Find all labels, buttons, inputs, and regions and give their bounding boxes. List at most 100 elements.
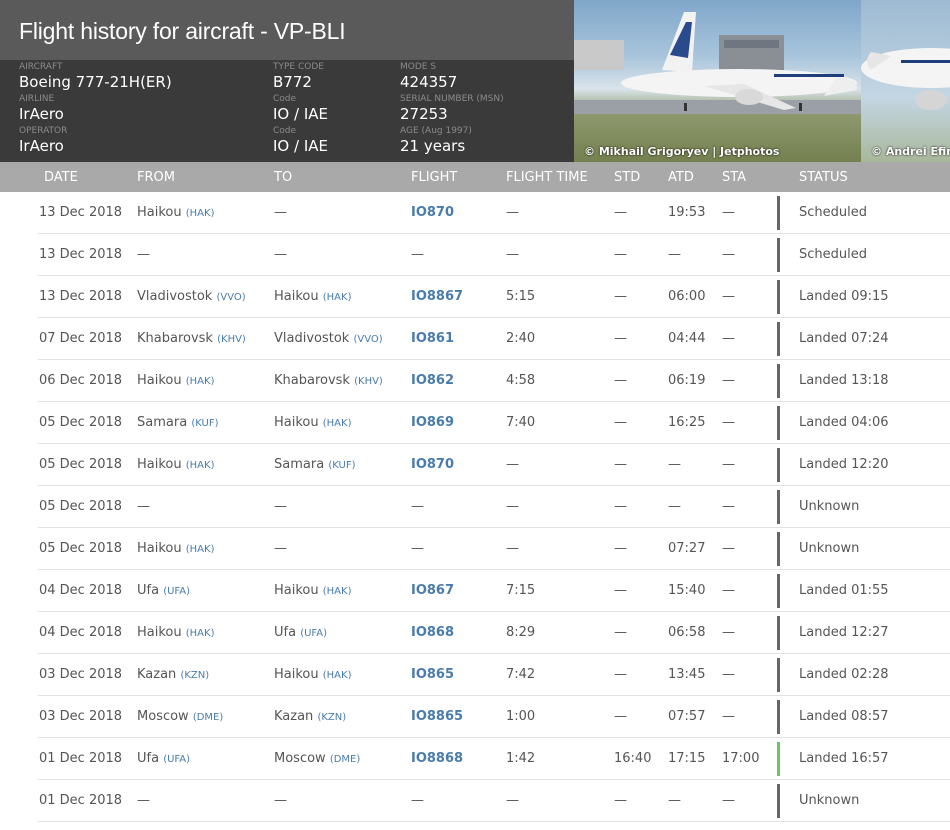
row-to[interactable]: Haikou (HAK) <box>274 289 352 304</box>
row-to[interactable]: — <box>274 499 287 514</box>
row-to[interactable]: Ufa (UFA) <box>274 625 327 640</box>
row-atd: 19:53 <box>668 205 706 220</box>
table-row: 06 Dec 2018 Haikou (HAK) Khabarovsk (KHV… <box>38 360 950 402</box>
row-from[interactable]: Moscow (DME) <box>137 709 223 724</box>
row-to-code[interactable]: (HAK) <box>323 670 352 681</box>
row-from[interactable]: Haikou (HAK) <box>137 373 215 388</box>
row-flight-link[interactable]: IO865 <box>411 667 454 682</box>
row-flight-time: 1:42 <box>506 751 536 766</box>
row-flight-link[interactable]: IO867 <box>411 583 454 598</box>
row-to-code[interactable]: (DME) <box>330 754 360 765</box>
row-from[interactable]: Khabarovsk (KHV) <box>137 331 246 346</box>
row-flight-link[interactable]: IO8867 <box>411 289 463 304</box>
row-to[interactable]: Haikou (HAK) <box>274 667 352 682</box>
row-from-city: Vladivostok <box>137 289 213 304</box>
row-atd: — <box>668 793 681 808</box>
table-row: 03 Dec 2018 Kazan (KZN) Haikou (HAK) IO8… <box>38 654 950 696</box>
row-flight-time: 4:58 <box>506 373 536 388</box>
table-row: 07 Dec 2018 Khabarovsk (KHV) Vladivostok… <box>38 318 950 360</box>
row-from[interactable]: Samara (KUF) <box>137 415 218 430</box>
age-value: 21 years <box>400 137 466 155</box>
row-from-code[interactable]: (HAK) <box>186 628 215 639</box>
aircraft-photo-2[interactable]: © Andrei Efim <box>861 0 950 162</box>
aircraft-header: Flight history for aircraft - VP-BLI AIR… <box>0 0 950 162</box>
row-flight-link[interactable]: IO870 <box>411 457 454 472</box>
row-to[interactable]: Haikou (HAK) <box>274 583 352 598</box>
row-from-code[interactable]: (DME) <box>193 712 223 723</box>
row-flight-link[interactable]: IO868 <box>411 625 454 640</box>
row-to[interactable]: Haikou (HAK) <box>274 415 352 430</box>
row-sta: — <box>722 583 735 598</box>
row-to-code[interactable]: (KZN) <box>317 712 346 723</box>
status-bar <box>777 574 780 608</box>
row-date: 01 Dec 2018 <box>39 751 123 766</box>
airline-code-cell: Code IO / IAE <box>273 94 328 124</box>
row-flight-link[interactable]: IO870 <box>411 205 454 220</box>
row-from[interactable]: Vladivostok (VVO) <box>137 289 246 304</box>
airline-value[interactable]: IrAero <box>19 104 64 124</box>
row-to[interactable]: Khabarovsk (KHV) <box>274 373 383 388</box>
row-sta: 17:00 <box>722 751 760 766</box>
status-bar <box>777 364 780 398</box>
status-bar <box>777 742 780 776</box>
row-to[interactable]: — <box>274 541 287 556</box>
row-from[interactable]: Kazan (KZN) <box>137 667 209 682</box>
row-to-code[interactable]: (KHV) <box>354 376 383 387</box>
row-to-code[interactable]: (VVO) <box>353 334 382 345</box>
row-std: — <box>614 709 627 724</box>
row-flight-time: 2:40 <box>506 331 536 346</box>
row-atd: — <box>668 457 681 472</box>
row-from-code[interactable]: (VVO) <box>216 292 245 303</box>
row-date: 05 Dec 2018 <box>39 415 123 430</box>
row-to[interactable]: Moscow (DME) <box>274 751 360 766</box>
row-flight-time: — <box>506 793 519 808</box>
mode-s-value: 424357 <box>400 73 458 91</box>
row-from-code[interactable]: (HAK) <box>186 460 215 471</box>
operator-code-cell: Code IO / IAE <box>273 126 328 156</box>
row-from[interactable]: — <box>137 793 150 808</box>
row-to[interactable]: — <box>274 793 287 808</box>
row-to[interactable]: — <box>274 205 287 220</box>
row-from-code[interactable]: (KHV) <box>217 334 246 345</box>
row-from-code[interactable]: (HAK) <box>186 376 215 387</box>
row-from-code[interactable]: (UFA) <box>163 754 190 765</box>
operator-value[interactable]: IrAero <box>19 136 67 156</box>
status-bar <box>777 616 780 650</box>
row-from[interactable]: Haikou (HAK) <box>137 625 215 640</box>
row-to[interactable]: Samara (KUF) <box>274 457 355 472</box>
row-flight-link[interactable]: IO862 <box>411 373 454 388</box>
row-flight-link[interactable]: IO8868 <box>411 751 463 766</box>
row-from[interactable]: Haikou (HAK) <box>137 457 215 472</box>
row-from[interactable]: Ufa (UFA) <box>137 751 190 766</box>
row-flight-link: — <box>411 247 424 262</box>
row-from-code[interactable]: (UFA) <box>163 586 190 597</box>
row-to[interactable]: Vladivostok (VVO) <box>274 331 383 346</box>
row-to[interactable]: Kazan (KZN) <box>274 709 346 724</box>
row-from[interactable]: Haikou (HAK) <box>137 205 215 220</box>
row-to-city: Ufa <box>274 625 297 640</box>
row-flight-time: — <box>506 541 519 556</box>
row-sta: — <box>722 625 735 640</box>
row-flight-link[interactable]: IO861 <box>411 331 454 346</box>
row-from-code[interactable]: (HAK) <box>186 208 215 219</box>
row-flight-link[interactable]: IO869 <box>411 415 454 430</box>
row-from-code[interactable]: (HAK) <box>186 544 215 555</box>
row-to-code[interactable]: (HAK) <box>323 292 352 303</box>
row-to-code[interactable]: (HAK) <box>323 418 352 429</box>
row-to-city: Haikou <box>274 667 319 682</box>
row-flight-link[interactable]: IO8865 <box>411 709 463 724</box>
row-to-code[interactable]: (KUF) <box>328 460 355 471</box>
row-to-city: Haikou <box>274 583 319 598</box>
row-to-code[interactable]: (UFA) <box>300 628 327 639</box>
aircraft-photo-1[interactable]: © Mikhail Grigoryev | Jetphotos <box>574 0 861 162</box>
row-from[interactable]: Haikou (HAK) <box>137 541 215 556</box>
row-from[interactable]: — <box>137 247 150 262</box>
aircraft-cell: AIRCRAFT Boeing 777-21H(ER) <box>19 62 172 92</box>
row-from-code[interactable]: (KZN) <box>180 670 209 681</box>
row-to[interactable]: — <box>274 247 287 262</box>
row-from[interactable]: Ufa (UFA) <box>137 583 190 598</box>
row-from[interactable]: — <box>137 499 150 514</box>
row-from-code[interactable]: (KUF) <box>191 418 218 429</box>
row-to-code[interactable]: (HAK) <box>323 586 352 597</box>
row-std: 16:40 <box>614 751 652 766</box>
